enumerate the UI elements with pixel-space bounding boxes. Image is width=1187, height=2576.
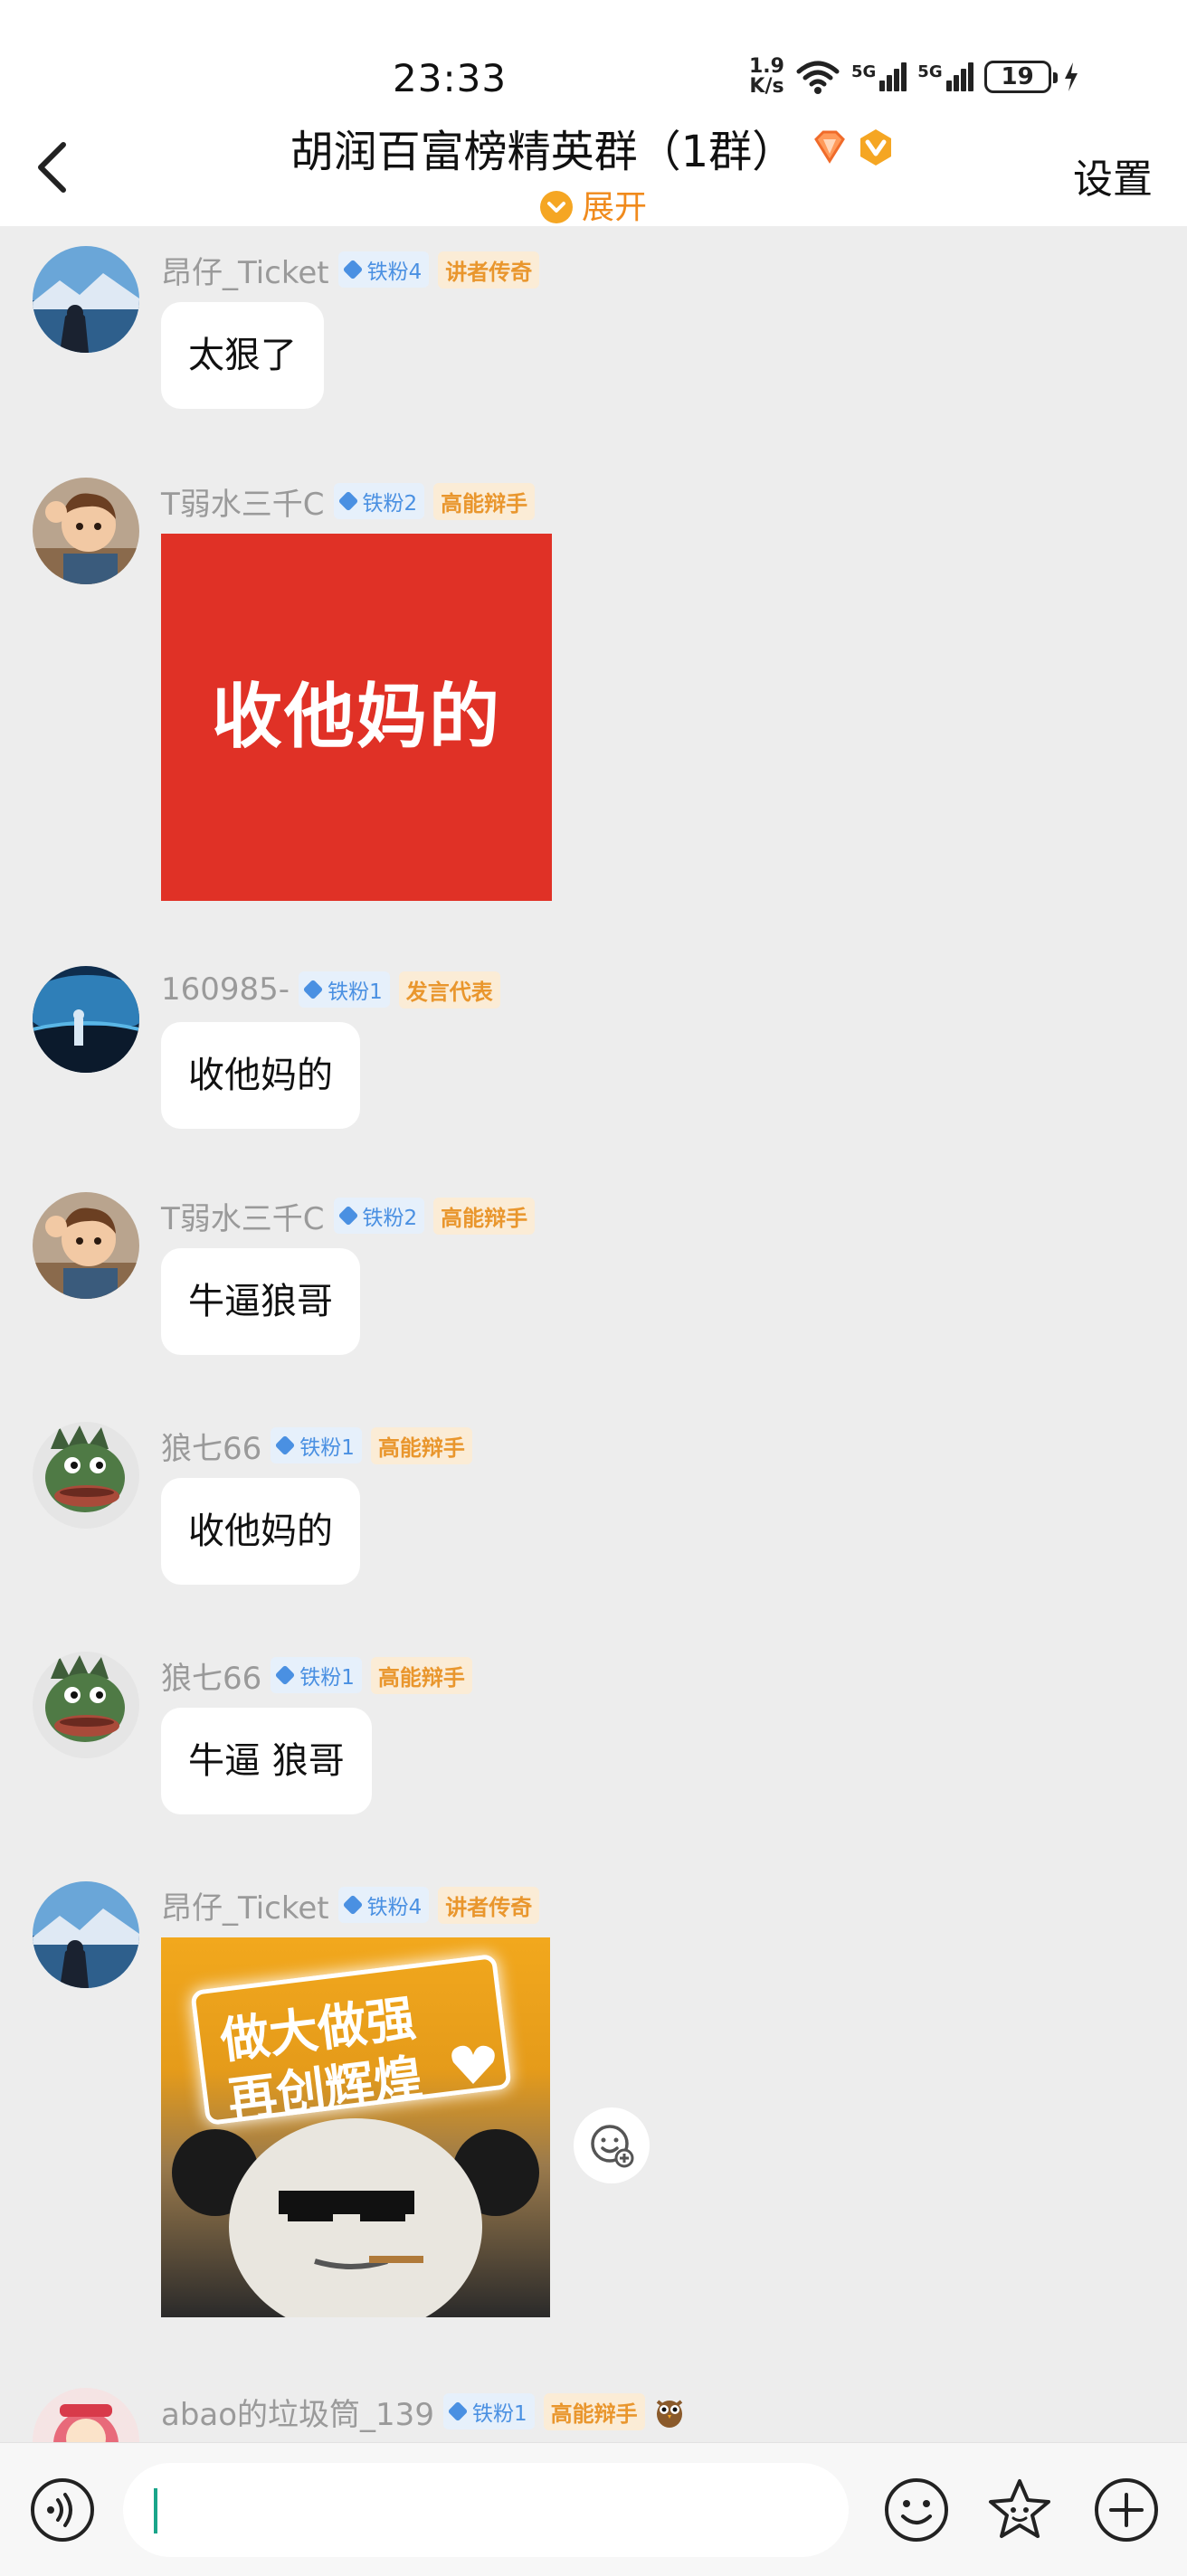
signal-1-label: 5G (850, 62, 877, 81)
emoji-icon[interactable] (883, 2477, 950, 2543)
fan-level-label: 铁粉2 (362, 492, 418, 516)
message-bubble[interactable]: 收他妈的 (161, 1478, 360, 1585)
expand-label: 展开 (581, 189, 647, 226)
title-tag: 高能辩手 (370, 1656, 472, 1694)
message-meta: 昂仔_Ticket 铁粉4 讲者传奇 (161, 1886, 540, 1927)
fan-level-badge: 铁粉2 (333, 483, 425, 519)
charging-icon (1064, 62, 1078, 91)
title-tag: 高能辩手 (370, 1426, 472, 1464)
message-meta: T弱水三千C 铁粉2 高能辩手 (161, 482, 536, 523)
emoji-react-button[interactable] (574, 2107, 650, 2183)
net-speed-value: 1.9 (749, 55, 784, 78)
title-tag: 发言代表 (398, 971, 500, 1009)
username[interactable]: 昂仔_Ticket (161, 1883, 329, 1927)
fan-level-badge: 铁粉1 (271, 1657, 362, 1693)
avatar[interactable] (33, 478, 139, 584)
fan-level-badge: 铁粉4 (337, 251, 430, 288)
fan-level-badge: 铁粉1 (299, 971, 390, 1008)
expand-toggle[interactable]: 展开 (0, 181, 1187, 228)
avatar[interactable] (33, 966, 139, 1073)
fan-level-label: 铁粉1 (328, 980, 383, 1004)
heart-hands-icon (451, 2045, 495, 2084)
input-bar (0, 2442, 1187, 2576)
diamond-icon (342, 1894, 363, 1916)
title-tag: 高能辩手 (433, 482, 536, 520)
message-meta: T弱水三千C 铁粉2 高能辩手 (161, 1197, 536, 1237)
chevron-down-icon (539, 191, 573, 223)
diamond-icon (337, 490, 358, 512)
avatar[interactable] (33, 1881, 139, 1988)
group-title[interactable]: 胡润百富榜精英群（1群） (290, 116, 796, 179)
username[interactable]: 狼七66 (161, 1424, 261, 1468)
diamond-icon (337, 1205, 358, 1226)
sticker-text: 收他妈的 (211, 677, 501, 758)
username[interactable]: 狼七66 (161, 1653, 261, 1698)
message-bubble[interactable]: 收他妈的 (161, 1022, 360, 1129)
status-icons: 1.9 K/s 5G 5G 19 (749, 52, 1080, 101)
fan-level-badge: 铁粉4 (337, 1887, 430, 1923)
sticker-image[interactable]: 收他妈的 (161, 534, 552, 901)
voice-icon[interactable] (29, 2477, 96, 2543)
panda-face-icon (172, 2118, 539, 2317)
fan-level-badge: 铁粉2 (333, 1198, 425, 1234)
signal-2-icon: 5G (917, 62, 973, 91)
net-speed: 1.9 K/s (749, 57, 784, 97)
title-tag: 高能辩手 (543, 2392, 645, 2430)
username[interactable]: 160985- (161, 971, 290, 1008)
message-meta: 160985- 铁粉1 发言代表 (161, 971, 500, 1009)
fan-level-label: 铁粉1 (299, 1666, 355, 1690)
message-input[interactable] (123, 2463, 849, 2557)
message-bubble[interactable]: 牛逼 狼哥 (161, 1708, 372, 1814)
signal-2-label: 5G (917, 62, 943, 81)
emoji-react-icon (591, 2125, 634, 2168)
fan-level-label: 铁粉1 (471, 2402, 527, 2426)
signal-1-icon: 5G (851, 62, 907, 91)
message-meta: abao的垃圾筒_139 铁粉1 高能辩手 (161, 2392, 685, 2433)
message-meta: 狼七66 铁粉1 高能辩手 (161, 1426, 472, 1467)
wifi-icon (796, 61, 840, 94)
username[interactable]: T弱水三千C (161, 479, 325, 524)
fan-level-badge: 铁粉1 (442, 2393, 535, 2429)
avatar[interactable] (33, 1652, 139, 1758)
message-bubble[interactable]: 牛逼狼哥 (161, 1248, 360, 1355)
message-meta: 昂仔_Ticket 铁粉4 讲者传奇 (161, 251, 540, 291)
diamond-icon (342, 259, 363, 280)
status-time: 23:33 (393, 56, 508, 100)
text-caret (154, 2488, 157, 2533)
diamond-icon (302, 979, 324, 1000)
battery-level: 19 (1001, 63, 1034, 90)
vip-badge-icon (860, 129, 892, 166)
avatar[interactable] (33, 1422, 139, 1529)
owl-icon (656, 2400, 682, 2428)
gem-badge-icon (814, 130, 846, 164)
diamond-icon (447, 2401, 469, 2422)
avatar[interactable] (33, 246, 139, 353)
plus-icon[interactable] (1093, 2477, 1160, 2543)
title-tag: 高能辩手 (433, 1197, 536, 1235)
fan-level-label: 铁粉4 (366, 260, 423, 284)
top-bar: 23:33 1.9 K/s 5G 5G 19 胡润百富榜精英群（1群） 展开 设… (0, 0, 1187, 226)
title-row: 胡润百富榜精英群（1群） (0, 116, 1187, 179)
fan-level-label: 铁粉1 (299, 1436, 355, 1460)
sticker-icon[interactable] (986, 2477, 1053, 2543)
avatar[interactable] (33, 1192, 139, 1299)
diamond-icon (274, 1664, 296, 1686)
fan-level-label: 铁粉4 (366, 1896, 423, 1919)
username[interactable]: 昂仔_Ticket (161, 248, 329, 292)
title-badges (809, 127, 897, 168)
net-speed-unit: K/s (749, 75, 784, 98)
diamond-icon (274, 1435, 296, 1456)
message-bubble[interactable]: 太狠了 (161, 302, 324, 409)
sticker-image[interactable]: 做大做强 再创辉煌 (161, 1937, 550, 2317)
settings-button[interactable]: 设置 (1073, 147, 1153, 204)
message-meta: 狼七66 铁粉1 高能辩手 (161, 1656, 472, 1697)
title-tag: 讲者传奇 (438, 1886, 540, 1924)
fan-level-badge: 铁粉1 (271, 1427, 362, 1463)
username[interactable]: T弱水三千C (161, 1194, 325, 1238)
username[interactable]: abao的垃圾筒_139 (161, 2390, 434, 2434)
fan-level-label: 铁粉2 (362, 1207, 418, 1230)
title-tag: 讲者传奇 (438, 251, 540, 289)
battery-icon: 19 (983, 61, 1058, 93)
